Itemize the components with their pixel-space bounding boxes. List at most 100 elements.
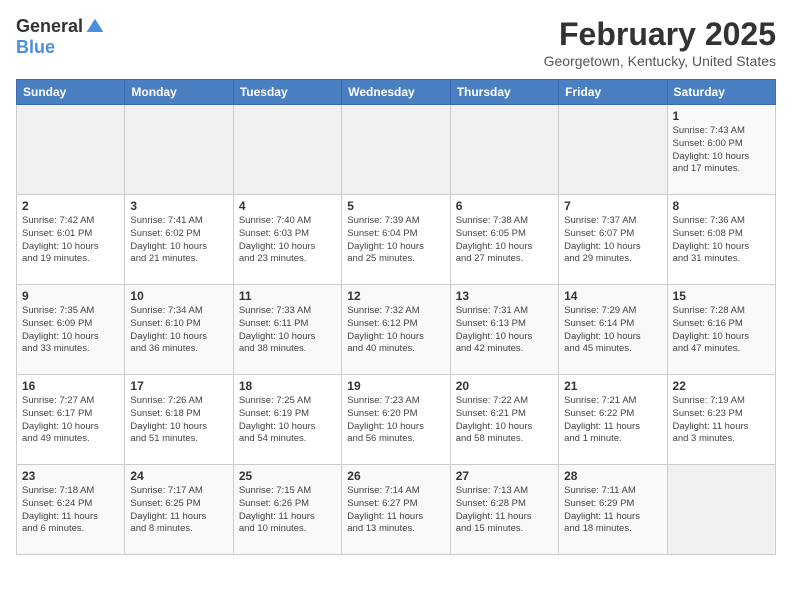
title-block: February 2025 Georgetown, Kentucky, Unit… (544, 16, 776, 69)
day-info: Sunrise: 7:32 AM Sunset: 6:12 PM Dayligh… (347, 305, 444, 356)
day-info: Sunrise: 7:35 AM Sunset: 6:09 PM Dayligh… (22, 305, 119, 356)
calendar-cell: 17 Sunrise: 7:26 AM Sunset: 6:18 PM Dayli… (125, 375, 233, 465)
weekday-header-wednesday: Wednesday (342, 80, 450, 105)
day-number: 15 (673, 289, 770, 303)
day-number: 22 (673, 379, 770, 393)
weekday-header-thursday: Thursday (450, 80, 558, 105)
day-number: 11 (239, 289, 336, 303)
day-info: Sunrise: 7:22 AM Sunset: 6:21 PM Dayligh… (456, 395, 553, 446)
calendar-cell (450, 105, 558, 195)
day-info: Sunrise: 7:18 AM Sunset: 6:24 PM Dayligh… (22, 485, 119, 536)
calendar-cell: 16Sunrise: 7:27 AM Sunset: 6:17 PM Dayli… (17, 375, 125, 465)
calendar-cell: 11 Sunrise: 7:33 AM Sunset: 6:11 PM Dayli… (233, 285, 341, 375)
calendar-cell: 1 Sunrise: 7:43 AM Sunset: 6:00 PM Daylig… (667, 105, 775, 195)
day-number: 14 (564, 289, 661, 303)
day-info: Sunrise: 7:23 AM Sunset: 6:20 PM Dayligh… (347, 395, 444, 446)
day-number: 6 (456, 199, 553, 213)
month-title: February 2025 (544, 16, 776, 53)
week-row-4: 16Sunrise: 7:27 AM Sunset: 6:17 PM Dayli… (17, 375, 776, 465)
week-row-5: 23 Sunrise: 7:18 AM Sunset: 6:24 PM Dayli… (17, 465, 776, 555)
day-number: 4 (239, 199, 336, 213)
day-number: 25 (239, 469, 336, 483)
day-info: Sunrise: 7:36 AM Sunset: 6:08 PM Dayligh… (673, 215, 770, 266)
day-info: Sunrise: 7:40 AM Sunset: 6:03 PM Dayligh… (239, 215, 336, 266)
day-info: Sunrise: 7:39 AM Sunset: 6:04 PM Dayligh… (347, 215, 444, 266)
calendar-cell: 5Sunrise: 7:39 AM Sunset: 6:04 PM Daylig… (342, 195, 450, 285)
weekday-header-tuesday: Tuesday (233, 80, 341, 105)
calendar-cell: 8 Sunrise: 7:36 AM Sunset: 6:08 PM Daylig… (667, 195, 775, 285)
calendar-cell: 15 Sunrise: 7:28 AM Sunset: 6:16 PM Dayli… (667, 285, 775, 375)
day-info: Sunrise: 7:13 AM Sunset: 6:28 PM Dayligh… (456, 485, 553, 536)
week-row-1: 1 Sunrise: 7:43 AM Sunset: 6:00 PM Daylig… (17, 105, 776, 195)
day-info: Sunrise: 7:38 AM Sunset: 6:05 PM Dayligh… (456, 215, 553, 266)
weekday-header-row: SundayMondayTuesdayWednesdayThursdayFrid… (17, 80, 776, 105)
logo: General Blue (16, 16, 105, 58)
calendar-cell: 23 Sunrise: 7:18 AM Sunset: 6:24 PM Dayli… (17, 465, 125, 555)
weekday-header-monday: Monday (125, 80, 233, 105)
day-number: 3 (130, 199, 227, 213)
day-number: 27 (456, 469, 553, 483)
day-number: 10 (130, 289, 227, 303)
day-info: Sunrise: 7:33 AM Sunset: 6:11 PM Dayligh… (239, 305, 336, 356)
day-info: Sunrise: 7:11 AM Sunset: 6:29 PM Dayligh… (564, 485, 661, 536)
calendar-cell: 10 Sunrise: 7:34 AM Sunset: 6:10 PM Dayli… (125, 285, 233, 375)
day-number: 21 (564, 379, 661, 393)
calendar-cell: 3 Sunrise: 7:41 AM Sunset: 6:02 PM Daylig… (125, 195, 233, 285)
calendar-cell: 14 Sunrise: 7:29 AM Sunset: 6:14 PM Dayli… (559, 285, 667, 375)
calendar-cell: 22 Sunrise: 7:19 AM Sunset: 6:23 PM Dayli… (667, 375, 775, 465)
calendar-cell: 12 Sunrise: 7:32 AM Sunset: 6:12 PM Dayli… (342, 285, 450, 375)
calendar-cell: 4 Sunrise: 7:40 AM Sunset: 6:03 PM Daylig… (233, 195, 341, 285)
day-number: 1 (673, 109, 770, 123)
calendar-cell (233, 105, 341, 195)
calendar-cell (342, 105, 450, 195)
calendar-cell: 18Sunrise: 7:25 AM Sunset: 6:19 PM Dayli… (233, 375, 341, 465)
weekday-header-friday: Friday (559, 80, 667, 105)
day-info: Sunrise: 7:26 AM Sunset: 6:18 PM Dayligh… (130, 395, 227, 446)
day-number: 17 (130, 379, 227, 393)
week-row-3: 9 Sunrise: 7:35 AM Sunset: 6:09 PM Daylig… (17, 285, 776, 375)
calendar-cell: 2 Sunrise: 7:42 AM Sunset: 6:01 PM Daylig… (17, 195, 125, 285)
day-number: 28 (564, 469, 661, 483)
day-number: 19 (347, 379, 444, 393)
day-number: 13 (456, 289, 553, 303)
calendar-cell (559, 105, 667, 195)
week-row-2: 2 Sunrise: 7:42 AM Sunset: 6:01 PM Daylig… (17, 195, 776, 285)
day-number: 16 (22, 379, 119, 393)
calendar-cell: 7Sunrise: 7:37 AM Sunset: 6:07 PM Daylig… (559, 195, 667, 285)
calendar-cell: 13 Sunrise: 7:31 AM Sunset: 6:13 PM Dayli… (450, 285, 558, 375)
day-number: 8 (673, 199, 770, 213)
calendar-cell (667, 465, 775, 555)
day-info: Sunrise: 7:14 AM Sunset: 6:27 PM Dayligh… (347, 485, 444, 536)
calendar-cell: 6 Sunrise: 7:38 AM Sunset: 6:05 PM Daylig… (450, 195, 558, 285)
weekday-header-saturday: Saturday (667, 80, 775, 105)
day-info: Sunrise: 7:29 AM Sunset: 6:14 PM Dayligh… (564, 305, 661, 356)
day-number: 9 (22, 289, 119, 303)
calendar-cell (17, 105, 125, 195)
calendar-cell: 28 Sunrise: 7:11 AM Sunset: 6:29 PM Dayli… (559, 465, 667, 555)
logo-general: General (16, 16, 83, 37)
calendar-cell: 26Sunrise: 7:14 AM Sunset: 6:27 PM Dayli… (342, 465, 450, 555)
day-number: 2 (22, 199, 119, 213)
day-number: 20 (456, 379, 553, 393)
calendar-cell: 19 Sunrise: 7:23 AM Sunset: 6:20 PM Dayli… (342, 375, 450, 465)
page-header: General Blue February 2025 Georgetown, K… (16, 16, 776, 69)
calendar-cell (125, 105, 233, 195)
calendar: SundayMondayTuesdayWednesdayThursdayFrid… (16, 79, 776, 555)
day-info: Sunrise: 7:43 AM Sunset: 6:00 PM Dayligh… (673, 125, 770, 176)
day-info: Sunrise: 7:17 AM Sunset: 6:25 PM Dayligh… (130, 485, 227, 536)
day-info: Sunrise: 7:25 AM Sunset: 6:19 PM Dayligh… (239, 395, 336, 446)
day-info: Sunrise: 7:21 AM Sunset: 6:22 PM Dayligh… (564, 395, 661, 446)
day-info: Sunrise: 7:42 AM Sunset: 6:01 PM Dayligh… (22, 215, 119, 266)
day-number: 23 (22, 469, 119, 483)
day-number: 24 (130, 469, 227, 483)
day-info: Sunrise: 7:34 AM Sunset: 6:10 PM Dayligh… (130, 305, 227, 356)
day-info: Sunrise: 7:41 AM Sunset: 6:02 PM Dayligh… (130, 215, 227, 266)
day-info: Sunrise: 7:31 AM Sunset: 6:13 PM Dayligh… (456, 305, 553, 356)
day-number: 12 (347, 289, 444, 303)
calendar-cell: 20 Sunrise: 7:22 AM Sunset: 6:21 PM Dayli… (450, 375, 558, 465)
logo-blue: Blue (16, 37, 55, 58)
calendar-cell: 25Sunrise: 7:15 AM Sunset: 6:26 PM Dayli… (233, 465, 341, 555)
day-info: Sunrise: 7:37 AM Sunset: 6:07 PM Dayligh… (564, 215, 661, 266)
day-info: Sunrise: 7:19 AM Sunset: 6:23 PM Dayligh… (673, 395, 770, 446)
day-info: Sunrise: 7:28 AM Sunset: 6:16 PM Dayligh… (673, 305, 770, 356)
